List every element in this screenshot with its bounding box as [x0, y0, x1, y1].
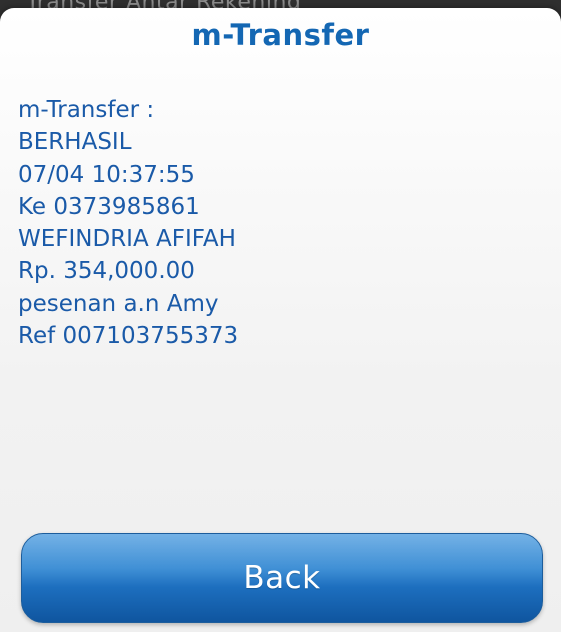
message-line-header: m-Transfer :: [18, 97, 155, 123]
transfer-result-dialog: m-Transfer m-Transfer : BERHASIL 07/04 1…: [0, 8, 561, 632]
screen: Transfer Antar Rekening m-Transfer m-Tra…: [0, 0, 561, 632]
back-button[interactable]: Back: [21, 533, 543, 623]
message-body: m-Transfer : BERHASIL 07/04 10:37:55 Ke …: [18, 94, 538, 352]
back-button-label: Back: [243, 560, 321, 596]
message-line-note: pesenan a.n Amy: [18, 290, 219, 317]
message-line-reference: Ref 007103755373: [18, 323, 239, 350]
message-line-amount: Rp. 354,000.00: [18, 258, 195, 285]
message-line-datetime: 07/04 10:37:55: [18, 161, 195, 188]
message-line-recipient-name: WEFINDRIA AFIFAH: [18, 226, 236, 253]
message-line-destination-account: Ke 0373985861: [18, 193, 200, 220]
dialog-title: m-Transfer: [191, 18, 370, 52]
message-line-status: BERHASIL: [18, 129, 132, 156]
